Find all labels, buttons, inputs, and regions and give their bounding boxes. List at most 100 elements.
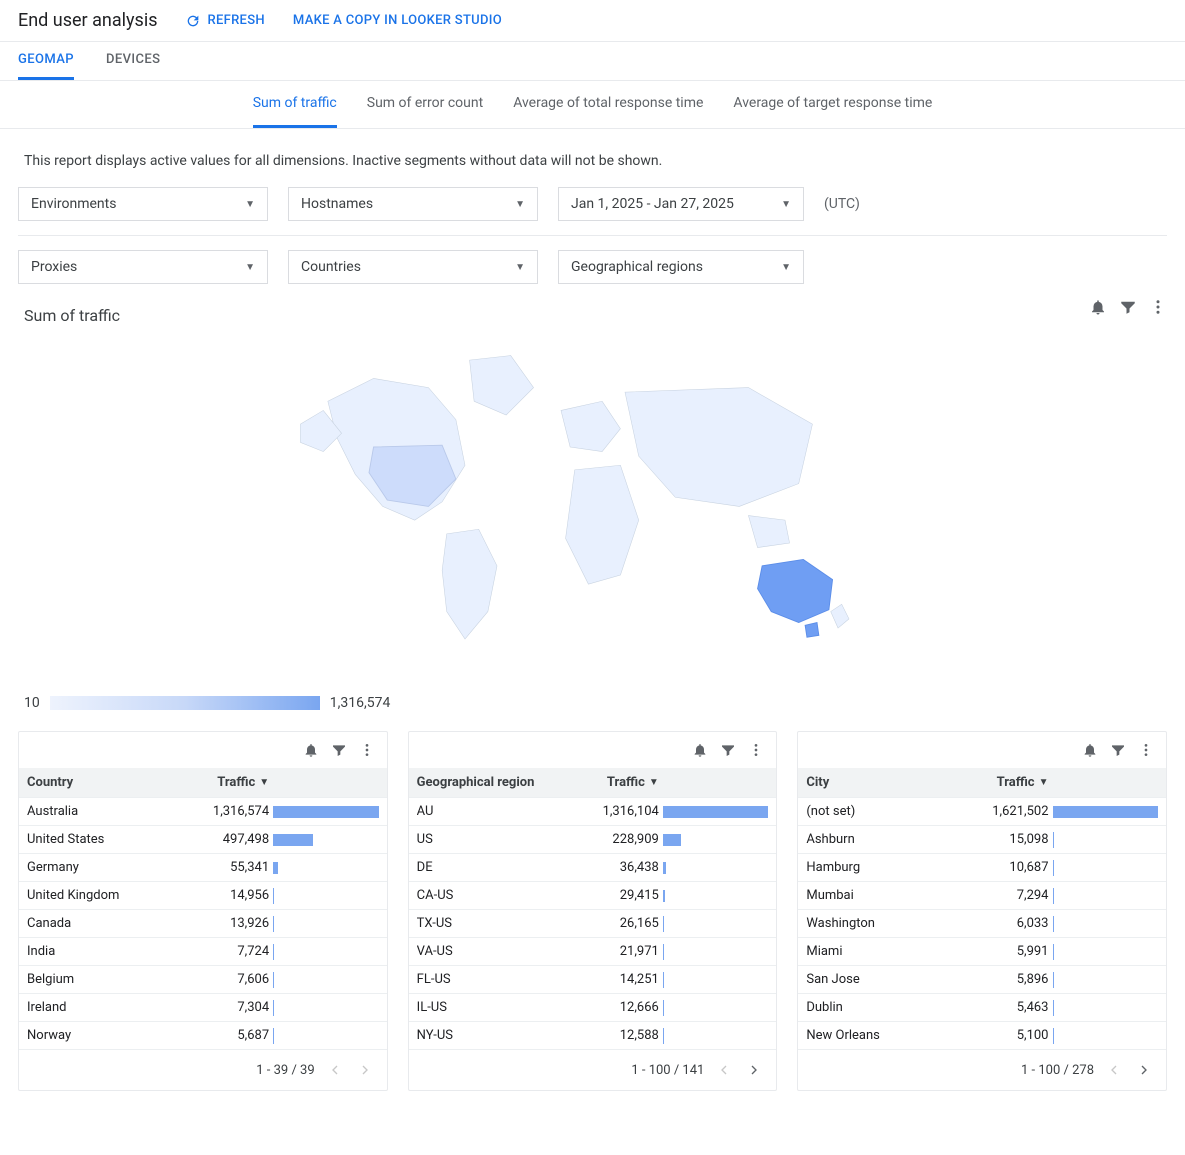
regions-dropdown[interactable]: Geographical regions ▼	[558, 250, 804, 284]
page-title: End user analysis	[18, 10, 157, 31]
hostnames-dropdown[interactable]: Hostnames ▼	[288, 187, 538, 221]
table-row[interactable]: United Kingdom14,956	[19, 882, 387, 910]
metric-tab-target_rt[interactable]: Average of target response time	[733, 81, 932, 128]
tab-devices[interactable]: DEVICES	[106, 42, 160, 80]
timezone-label: (UTC)	[824, 196, 860, 212]
divider	[18, 235, 1167, 236]
filter-icon[interactable]	[1110, 742, 1126, 758]
table-row[interactable]: Hamburg10,687	[798, 854, 1166, 882]
alert-icon[interactable]	[1089, 298, 1107, 316]
tab-geomap[interactable]: GEOMAP	[18, 42, 74, 80]
row-value: 36,438	[575, 860, 663, 875]
table-row[interactable]: IL-US12,666	[409, 994, 777, 1022]
more-icon[interactable]	[1149, 298, 1167, 316]
row-bar	[273, 860, 379, 876]
row-bar	[663, 832, 769, 848]
row-label: United Kingdom	[27, 888, 185, 903]
refresh-icon	[185, 13, 201, 29]
filter-icon[interactable]	[720, 742, 736, 758]
row-label: New Orleans	[806, 1028, 964, 1043]
table-row[interactable]: Ireland7,304	[19, 994, 387, 1022]
row-bar	[273, 1000, 379, 1016]
table-row[interactable]: DE36,438	[409, 854, 777, 882]
row-value: 55,341	[185, 860, 273, 875]
column-header-city[interactable]: City	[806, 775, 964, 790]
table-row[interactable]: Dublin5,463	[798, 994, 1166, 1022]
table-row[interactable]: NY-US12,588	[409, 1022, 777, 1050]
alert-icon[interactable]	[303, 742, 319, 758]
row-value: 14,956	[185, 888, 273, 903]
looker-copy-button[interactable]: MAKE A COPY IN LOOKER STUDIO	[293, 13, 502, 28]
table-row[interactable]: Norway5,687	[19, 1022, 387, 1050]
metric-tab-traffic[interactable]: Sum of traffic	[253, 81, 337, 128]
table-row[interactable]: Australia1,316,574	[19, 798, 387, 826]
environments-dropdown[interactable]: Environments ▼	[18, 187, 268, 221]
pager: 1 - 39 / 39	[19, 1050, 387, 1090]
metric-tab-errors[interactable]: Sum of error count	[367, 81, 483, 128]
row-value: 7,606	[185, 972, 273, 987]
pager: 1 - 100 / 278	[798, 1050, 1166, 1090]
table-row[interactable]: United States497,498	[19, 826, 387, 854]
table-row[interactable]: Canada13,926	[19, 910, 387, 938]
legend-max: 1,316,574	[330, 695, 391, 711]
map-region-australia[interactable]	[757, 559, 832, 622]
row-value: 497,498	[185, 832, 273, 847]
table-row[interactable]: New Orleans5,100	[798, 1022, 1166, 1050]
table-row[interactable]: Ashburn15,098	[798, 826, 1166, 854]
world-map[interactable]	[18, 331, 1167, 691]
row-label: (not set)	[806, 804, 964, 819]
daterange-label: Jan 1, 2025 - Jan 27, 2025	[571, 196, 734, 212]
filter-icon[interactable]	[1119, 298, 1137, 316]
table-row[interactable]: VA-US21,971	[409, 938, 777, 966]
table-row[interactable]: Washington6,033	[798, 910, 1166, 938]
table-row[interactable]: India7,724	[19, 938, 387, 966]
row-value: 1,316,104	[575, 804, 663, 819]
row-bar	[273, 944, 379, 960]
table-row[interactable]: US228,909	[409, 826, 777, 854]
row-value: 5,687	[185, 1028, 273, 1043]
countries-dropdown[interactable]: Countries ▼	[288, 250, 538, 284]
row-bar	[273, 972, 379, 988]
row-label: CA-US	[417, 888, 575, 903]
chevron-down-icon: ▼	[781, 262, 791, 273]
table-card-city: CityTraffic ▼ (not set)1,621,502Ashburn15…	[797, 731, 1167, 1091]
table-card-country: CountryTraffic ▼Australia1,316,574United…	[18, 731, 388, 1091]
row-label: San Jose	[806, 972, 964, 987]
row-label: IL-US	[417, 1000, 575, 1015]
more-icon[interactable]	[748, 742, 764, 758]
environments-label: Environments	[31, 196, 116, 212]
table-row[interactable]: Mumbai7,294	[798, 882, 1166, 910]
column-header-traffic[interactable]: Traffic ▼	[965, 775, 1053, 790]
column-header-traffic[interactable]: Traffic ▼	[575, 775, 663, 790]
table-row[interactable]: Germany55,341	[19, 854, 387, 882]
metric-tab-total_rt[interactable]: Average of total response time	[513, 81, 703, 128]
column-header-region[interactable]: Geographical region	[417, 775, 575, 790]
row-value: 29,415	[575, 888, 663, 903]
table-row[interactable]: TX-US26,165	[409, 910, 777, 938]
alert-icon[interactable]	[692, 742, 708, 758]
table-row[interactable]: AU1,316,104	[409, 798, 777, 826]
more-icon[interactable]	[1138, 742, 1154, 758]
column-header-traffic[interactable]: Traffic ▼	[185, 775, 273, 790]
row-label: Dublin	[806, 1000, 964, 1015]
table-row[interactable]: (not set)1,621,502	[798, 798, 1166, 826]
row-value: 26,165	[575, 916, 663, 931]
row-bar	[1053, 888, 1159, 904]
filter-icon[interactable]	[331, 742, 347, 758]
pager-next[interactable]	[1134, 1060, 1154, 1080]
more-icon[interactable]	[359, 742, 375, 758]
table-row[interactable]: CA-US29,415	[409, 882, 777, 910]
proxies-dropdown[interactable]: Proxies ▼	[18, 250, 268, 284]
table-row[interactable]: Miami5,991	[798, 938, 1166, 966]
row-bar	[1053, 1000, 1159, 1016]
column-header-country[interactable]: Country	[27, 775, 185, 790]
table-row[interactable]: Belgium7,606	[19, 966, 387, 994]
alert-icon[interactable]	[1082, 742, 1098, 758]
pager-next[interactable]	[744, 1060, 764, 1080]
refresh-button[interactable]: REFRESH	[185, 13, 264, 29]
row-label: Ashburn	[806, 832, 964, 847]
table-row[interactable]: San Jose5,896	[798, 966, 1166, 994]
legend-gradient	[50, 696, 320, 710]
table-row[interactable]: FL-US14,251	[409, 966, 777, 994]
daterange-dropdown[interactable]: Jan 1, 2025 - Jan 27, 2025 ▼	[558, 187, 804, 221]
